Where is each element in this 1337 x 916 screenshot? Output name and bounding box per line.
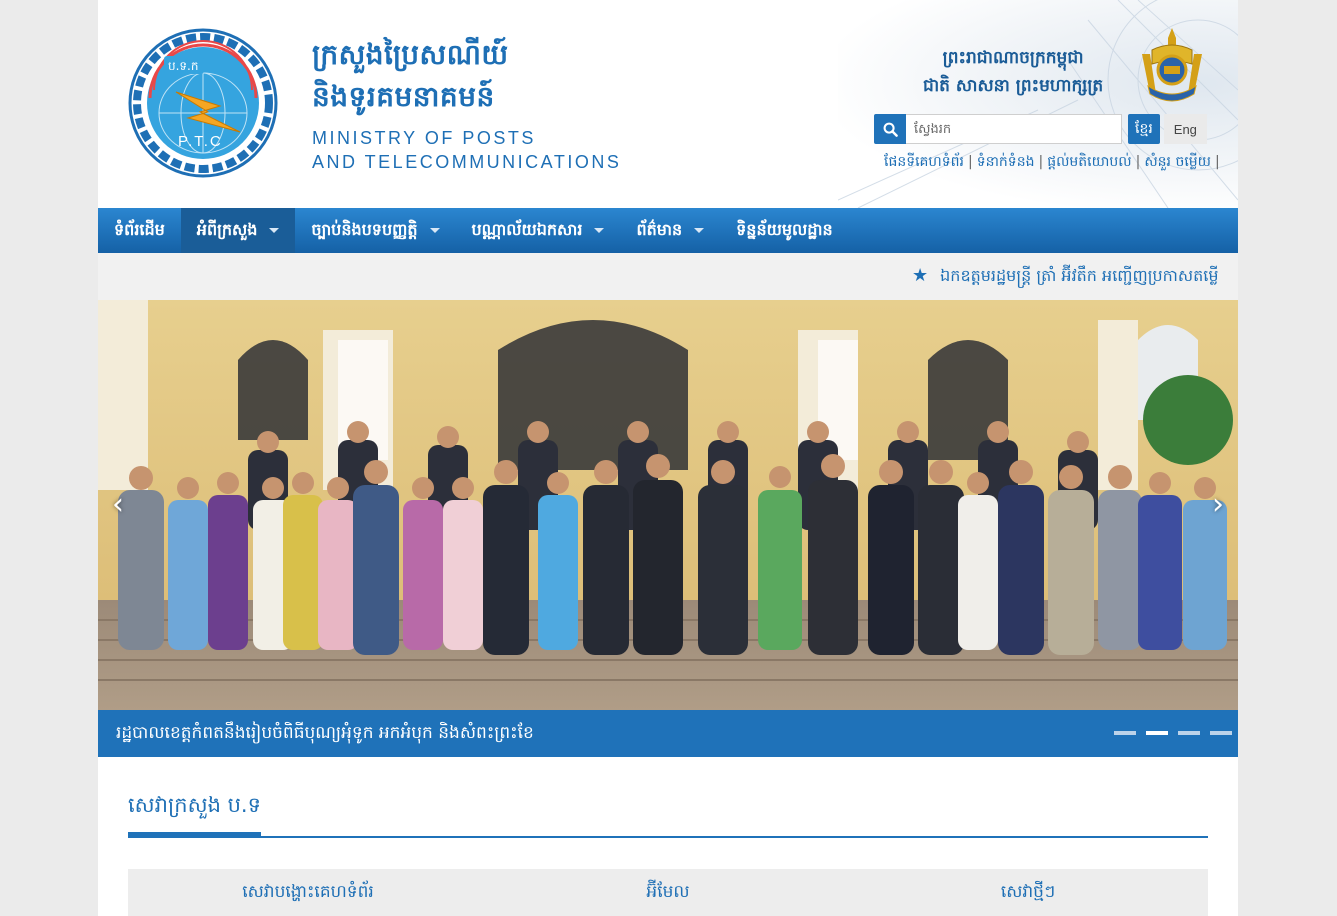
news-ticker: ★ ឯកឧត្តមរដ្ឋមន្រ្តី ត្រាំ អ៊ីវតឹក អញ្ជើញ… [98, 253, 1238, 300]
ticker-text: ឯកឧត្តមរដ្ឋមន្រ្តី ត្រាំ អ៊ីវតឹក អញ្ជើញប… [940, 266, 1219, 285]
photo-slider[interactable]: ‹ › [98, 300, 1238, 710]
service-web-hosting[interactable]: សេវាបង្ហោះគេហទំព័រ [128, 869, 488, 916]
nav-about-ministry[interactable]: អំពីក្រសួង [180, 208, 296, 253]
service-new-services[interactable]: សេវាថ្មីៗ [848, 869, 1208, 916]
feedback-link[interactable]: ផ្តល់មតិយោបល់ [1047, 154, 1131, 170]
search-button[interactable] [874, 114, 906, 144]
nav-home-label: ទំព័រដើម [114, 219, 165, 239]
svg-text:P.T.C: P.T.C [178, 133, 223, 150]
chevron-down-icon [269, 228, 280, 233]
slide-photo [98, 300, 1238, 710]
royal-motto: ព្រះរាជាណាចក្រកម្ពុជា ជាតិ សាសនា ព្រះមហា… [923, 44, 1103, 100]
search-bar: ខ្មែរ Eng [874, 114, 1207, 144]
royal-motto-line2: ជាតិ សាសនា ព្រះមហាក្សត្រ [923, 76, 1104, 96]
brand-en-line1: MINISTRY OF POSTS [312, 128, 536, 148]
search-icon [883, 122, 898, 137]
slider-next-arrow[interactable]: › [1206, 490, 1230, 524]
star-icon: ★ [912, 265, 929, 286]
site-header: ប.ទ.ក P.T.C ក្រសួងប្រៃសណីយ៍ និងទូរគមនាគម… [98, 0, 1238, 208]
royal-motto-line1: ព្រះរាជាណាចក្រកម្ពុជា [942, 48, 1084, 68]
royal-emblem-icon [1142, 28, 1202, 102]
slider-dot[interactable] [1178, 731, 1200, 735]
brand-kh-line1: ក្រសួងប្រៃសណីយ៍ [312, 38, 509, 71]
faq-link[interactable]: សំនួរ ចម្លើយ [1144, 154, 1211, 170]
brand-kh-line2: និងទូរគមនាគមន៍ [312, 80, 495, 113]
language-khmer-button[interactable]: ខ្មែរ [1128, 114, 1160, 144]
link-separator: | [1038, 154, 1044, 170]
services-heading: សេវាក្រសួង ប.ទ [128, 793, 261, 817]
slider-dot-active[interactable] [1146, 731, 1168, 735]
nav-home[interactable]: ទំព័រដើម [98, 208, 181, 253]
slide-caption-bar: រដ្ឋបាលខេត្តកំពតនឹងរៀបចំពិធីបុណ្យអុំទូក … [98, 710, 1238, 757]
services-list: សេវាបង្ហោះគេហទំព័រ អ៊ីមែល សេវាថ្មីៗ [128, 869, 1208, 916]
slider-indicators [1114, 731, 1232, 735]
contact-link[interactable]: ទំនាក់ទំនង [977, 154, 1035, 170]
nav-library-label: បណ្ណាល័យឯកសារ [471, 219, 583, 239]
link-separator: | [1215, 154, 1220, 170]
nav-laws-regulations[interactable]: ច្បាប់និងបទបញ្ញត្តិ [295, 208, 455, 253]
search-input[interactable] [906, 114, 1122, 144]
nav-document-library[interactable]: បណ្ណាល័យឯកសារ [456, 208, 621, 253]
link-separator: | [1135, 154, 1141, 170]
chevron-down-icon [429, 228, 440, 233]
language-english-button[interactable]: Eng [1163, 114, 1207, 144]
sitemap-link[interactable]: ផែនទីគេហទំព័រ [884, 154, 964, 170]
chevron-down-icon [594, 228, 605, 233]
slide-caption[interactable]: រដ្ឋបាលខេត្តកំពតនឹងរៀបចំពិធីបុណ្យអុំទូក … [116, 722, 534, 747]
nav-laws-label: ច្បាប់និងបទបញ្ញត្តិ [311, 219, 418, 239]
nav-news[interactable]: ព័ត៌មាន [620, 208, 720, 253]
nav-about-label: អំពីក្រសួង [196, 219, 258, 239]
top-links: ផែនទីគេហទំព័រ | ទំនាក់ទំនង | ផ្តល់មតិយោបល់ | ស… [884, 152, 1224, 173]
brand-block: ក្រសួងប្រៃសណីយ៍ និងទូរគមនាគមន៍ MINISTRY … [312, 34, 621, 174]
main-nav: ទំព័រដើម អំពីក្រសួង ច្បាប់និងបទបញ្ញត្តិ … [98, 208, 1238, 253]
slider-prev-arrow[interactable]: ‹ [106, 490, 130, 524]
link-separator: | [967, 154, 973, 170]
nav-base-data[interactable]: ទិន្នន័យមូលដ្ឋាន [720, 208, 848, 253]
ticker-item[interactable]: ★ ឯកឧត្តមរដ្ឋមន្រ្តី ត្រាំ អ៊ីវតឹក អញ្ជើញ… [912, 265, 1219, 289]
slider-dot[interactable] [1210, 731, 1232, 735]
ptc-logo[interactable]: ប.ទ.ក P.T.C [128, 28, 278, 178]
brand-en-line2: AND TELECOMMUNICATIONS [312, 152, 622, 172]
service-email[interactable]: អ៊ីមែល [488, 869, 848, 916]
svg-text:ប.ទ.ក: ប.ទ.ក [168, 59, 198, 73]
nav-data-label: ទិន្នន័យមូលដ្ឋាន [736, 219, 833, 239]
page: ប.ទ.ក P.T.C ក្រសួងប្រៃសណីយ៍ និងទូរគមនាគម… [98, 0, 1238, 916]
slider-dot[interactable] [1114, 731, 1136, 735]
heading-divider [128, 836, 1208, 838]
nav-news-label: ព័ត៌មាន [636, 219, 683, 239]
chevron-down-icon [694, 228, 705, 233]
